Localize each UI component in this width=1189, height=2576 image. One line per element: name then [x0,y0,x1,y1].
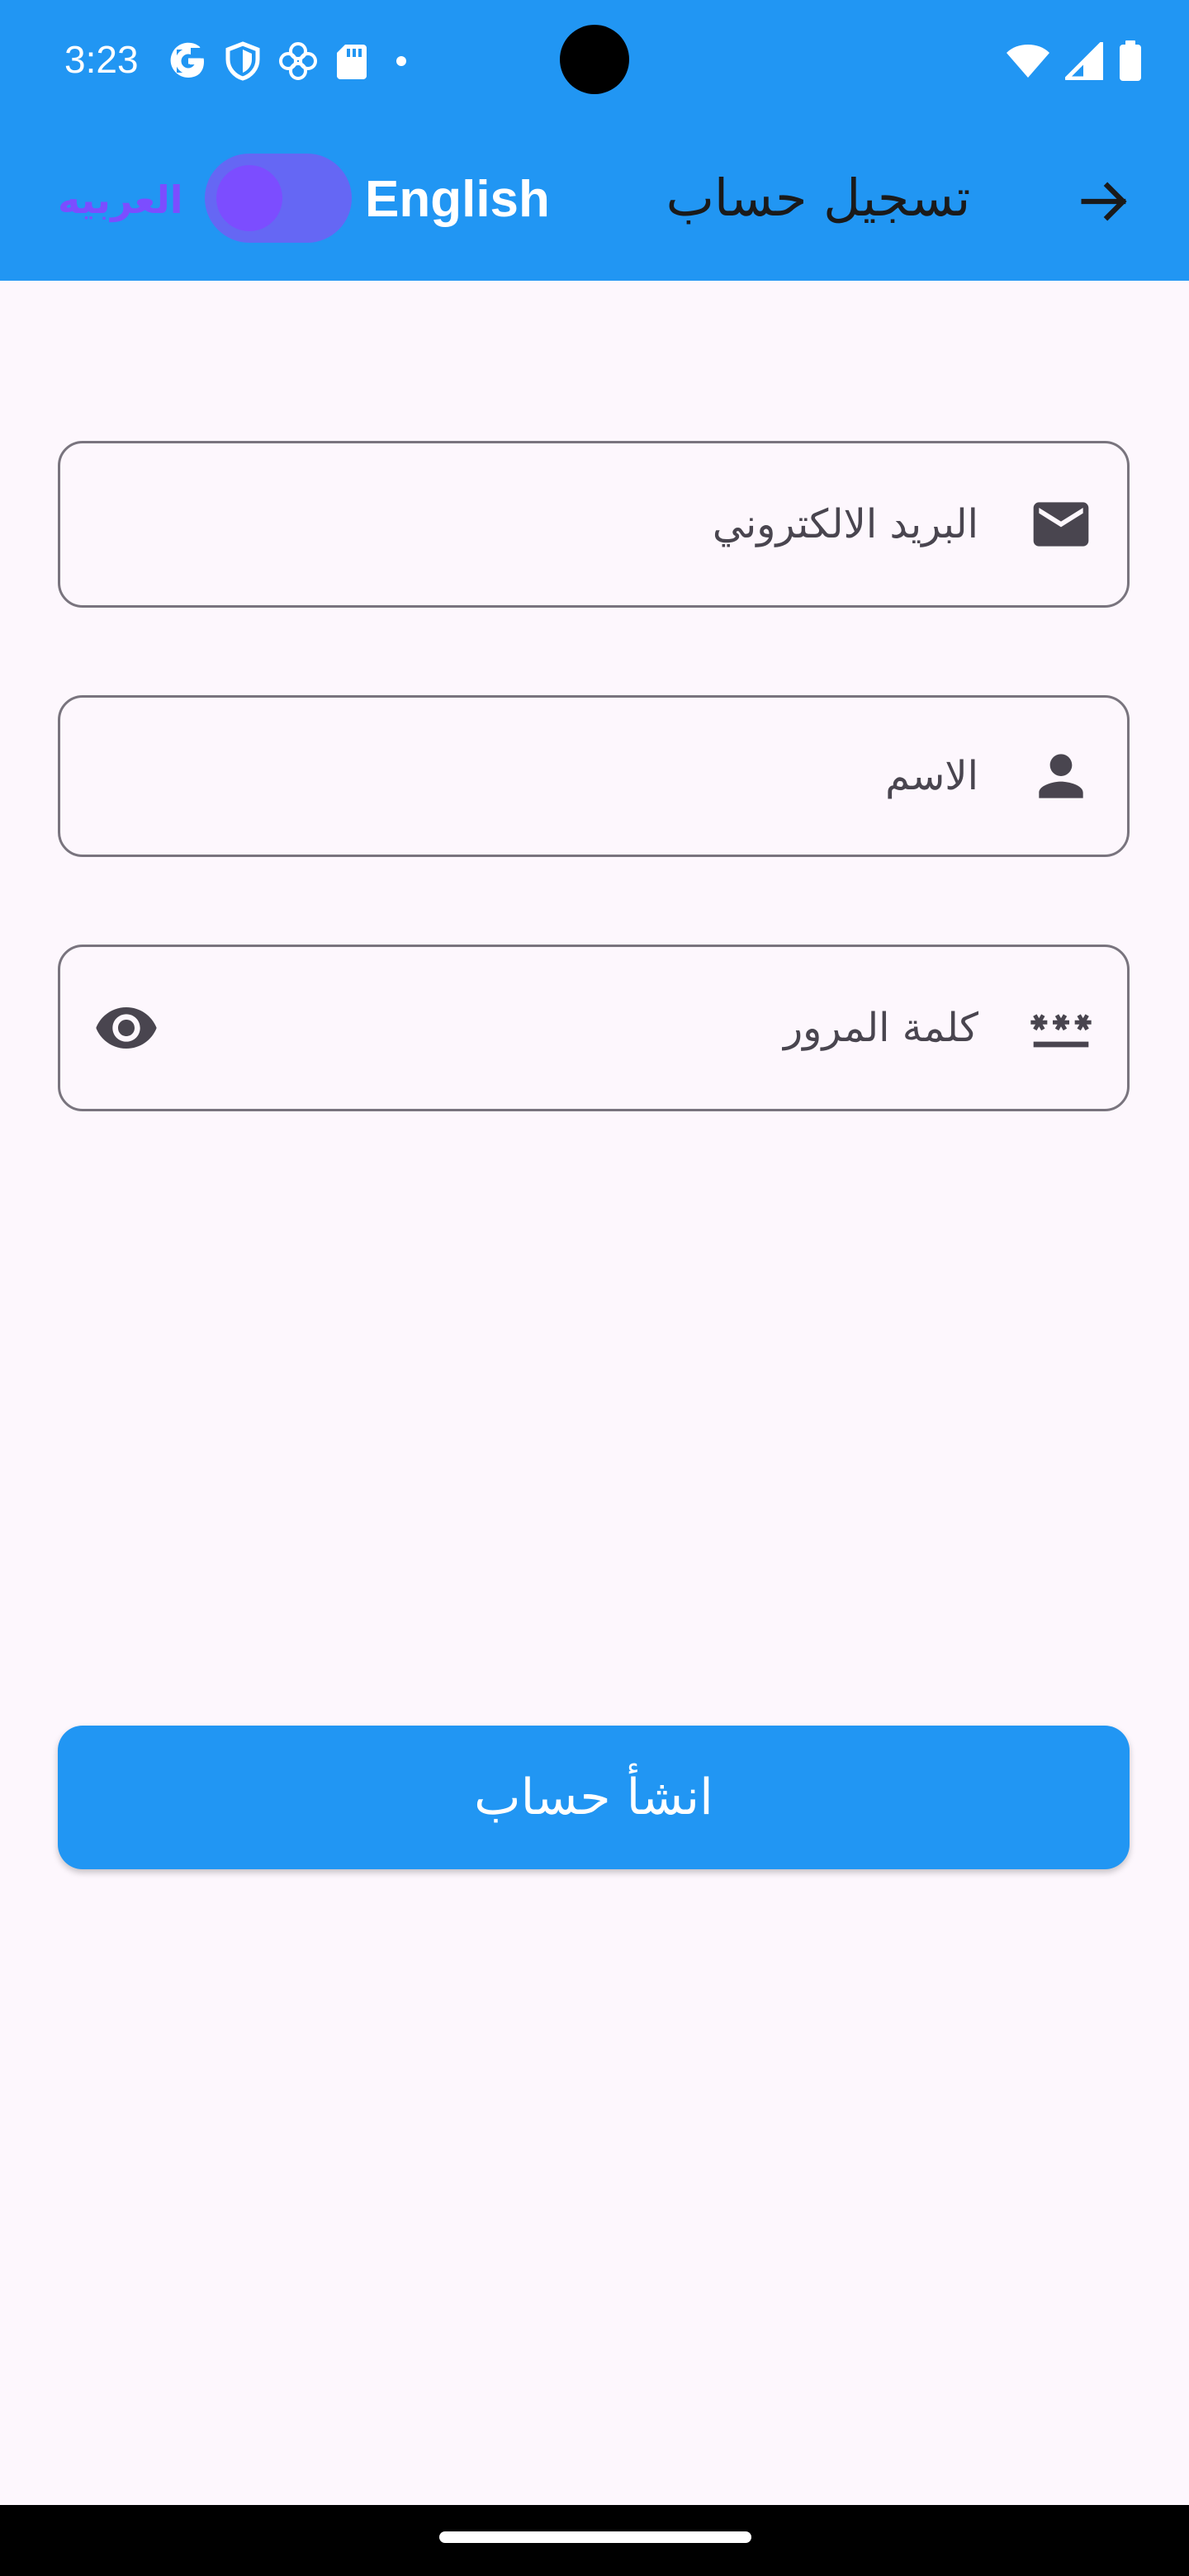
pinwheel-icon [277,40,319,82]
battery-icon [1118,40,1143,82]
home-indicator[interactable] [439,2531,751,2543]
email-input[interactable] [225,491,978,557]
password-input[interactable] [225,995,978,1061]
eye-icon [96,1007,157,1049]
google-icon [168,41,208,81]
name-input[interactable] [225,743,978,809]
language-label-arabic: العربيه [58,178,183,222]
navigation-bar [0,2505,1189,2576]
back-button[interactable] [1073,170,1136,233]
name-field[interactable] [58,695,1130,857]
camera-cutout [560,25,629,94]
page-title: تسجيل حساب [666,168,971,228]
password-field[interactable] [58,945,1130,1111]
wifi-icon [1006,43,1050,79]
visibility-toggle-button[interactable] [93,995,159,1061]
language-toggle-switch[interactable] [205,154,352,243]
app-bar: العربيه English تسجيل حساب [0,122,1189,281]
sd-card-icon [335,41,368,81]
shield-icon [225,41,261,81]
email-field[interactable] [58,441,1130,608]
switch-thumb [216,165,282,231]
email-icon [1028,491,1094,557]
dot-icon [385,41,418,81]
status-icons-left [168,36,418,86]
screen: 3:23 العربيه English تسجيل حساب البريد ا… [0,0,1189,2576]
status-icons-right [1006,36,1143,86]
status-time: 3:23 [64,38,139,81]
password-icon [1028,995,1094,1061]
create-account-button[interactable]: انشأ حساب [58,1726,1130,1869]
arrow-forward-icon [1081,182,1127,221]
status-bar: 3:23 [0,0,1189,122]
person-icon [1028,743,1094,809]
signal-icon [1065,42,1103,80]
language-label-english: English [365,171,550,228]
